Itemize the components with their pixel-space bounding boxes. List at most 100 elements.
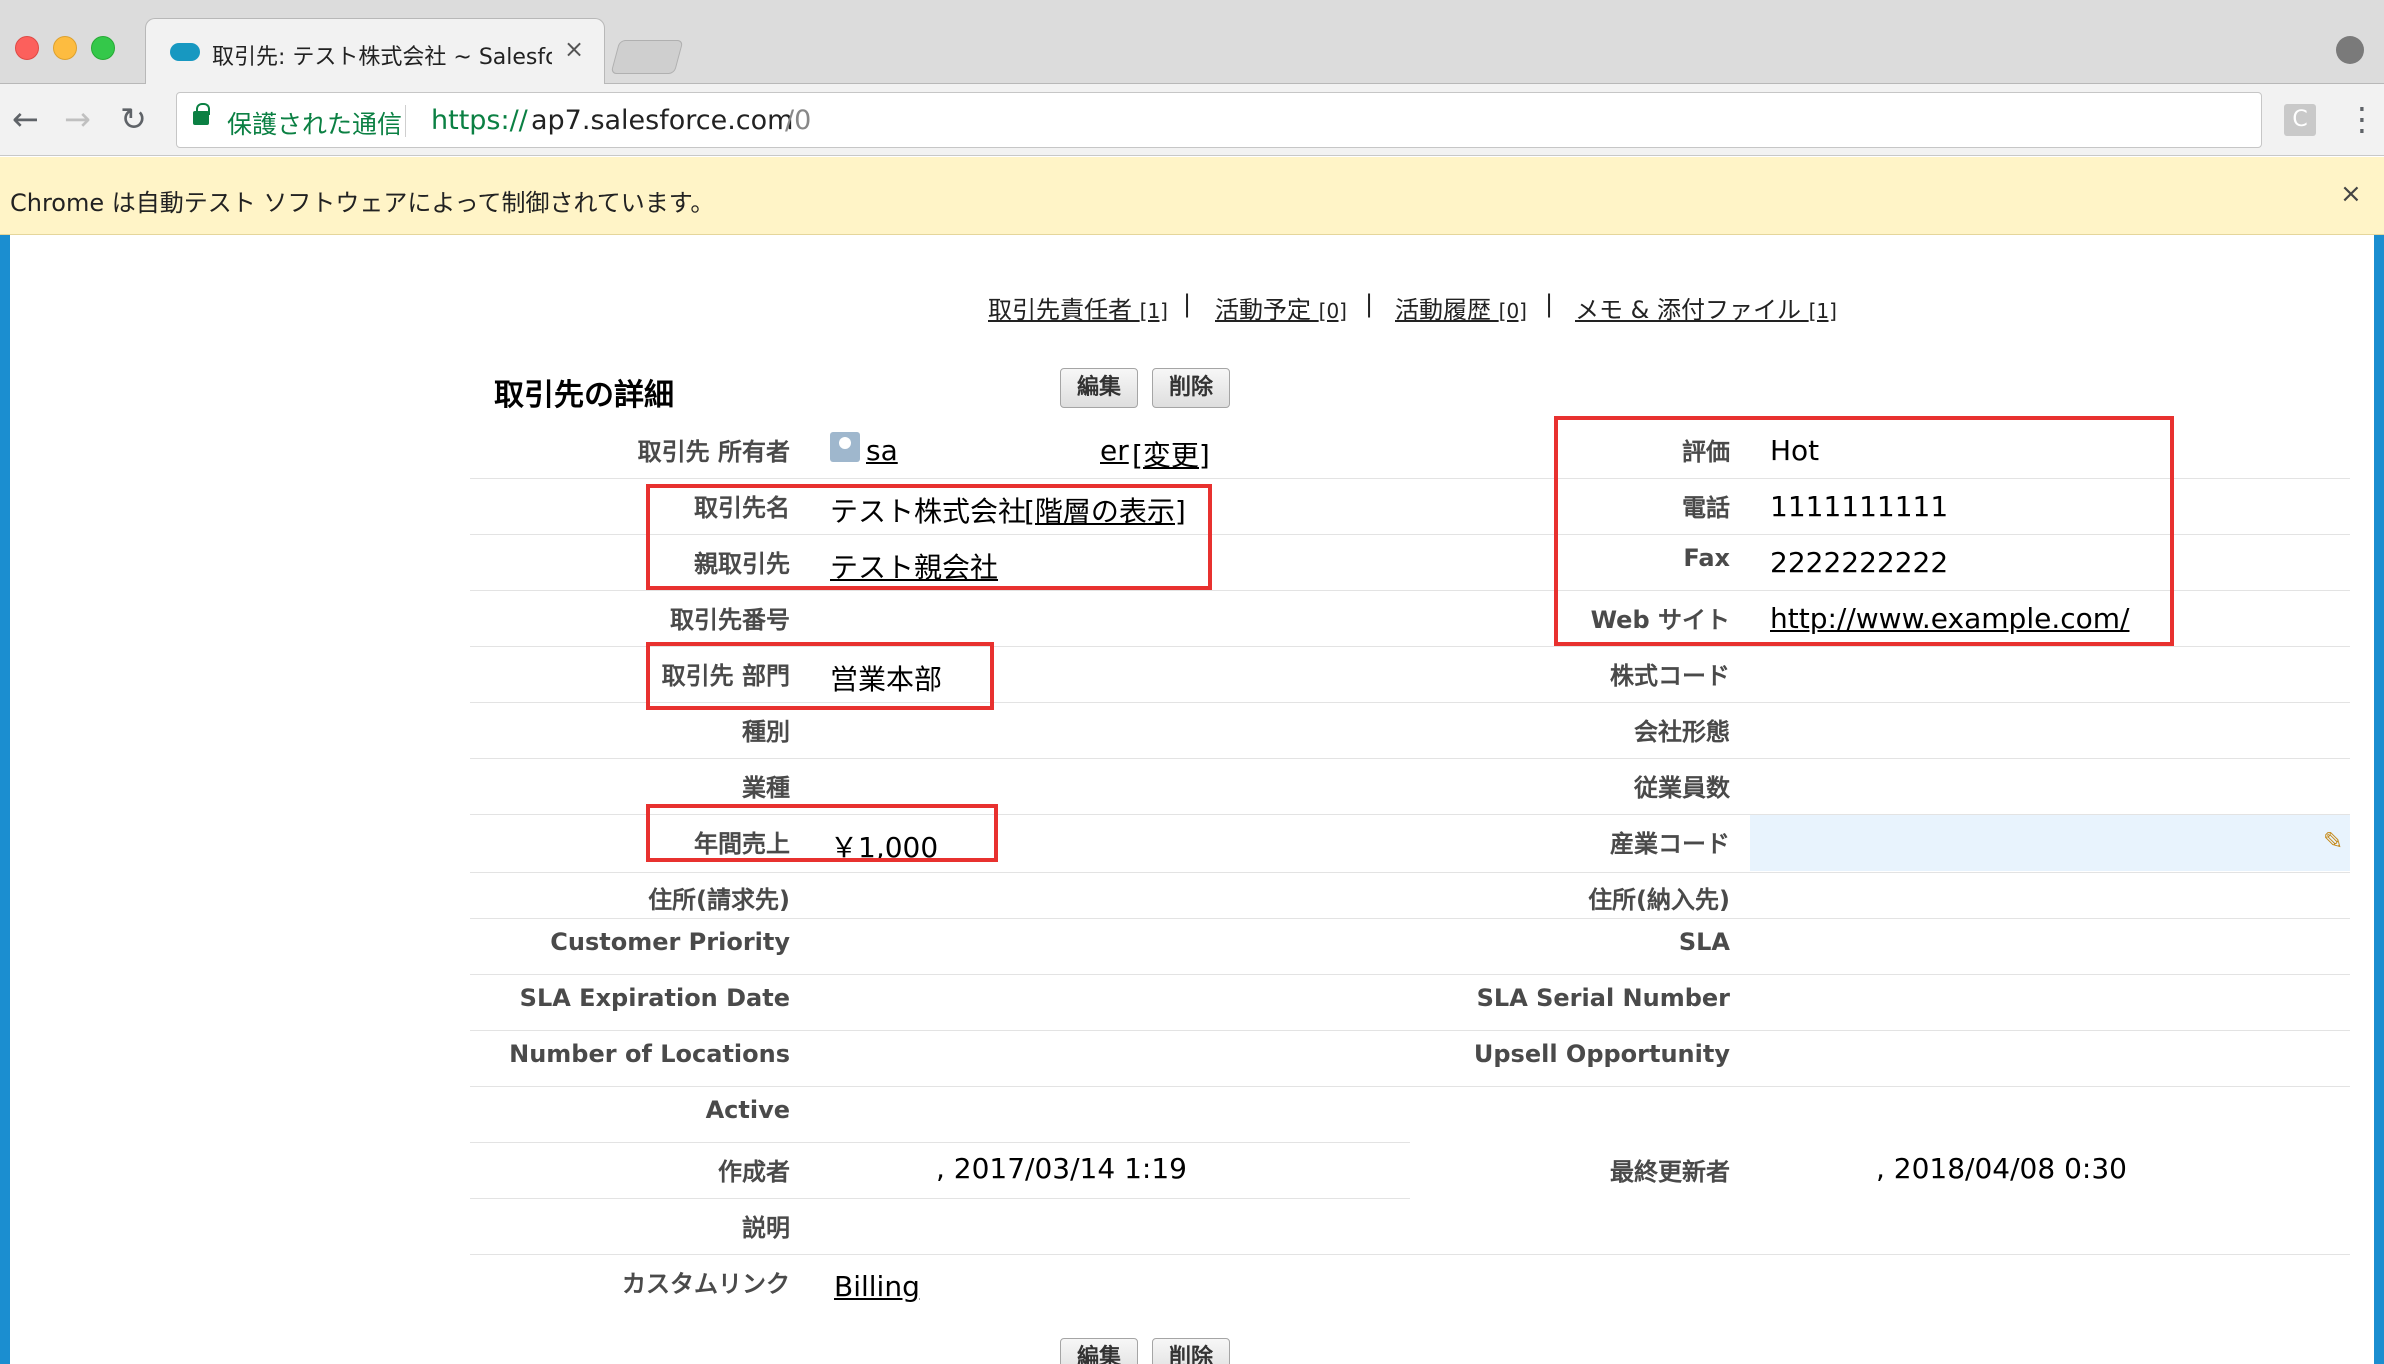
field-label-customer-priority: Customer Priority [550, 928, 790, 956]
edit-button-top[interactable]: 編集 [1060, 368, 1138, 408]
maximize-window-button[interactable] [91, 36, 115, 60]
field-label-account-number: 取引先番号 [670, 606, 790, 634]
field-label-billing-address: 住所(請求先) [648, 886, 790, 914]
page-frame-right [2374, 235, 2384, 1364]
url-scheme: https:// [431, 105, 528, 136]
delete-button-bottom[interactable]: 削除 [1152, 1338, 1230, 1364]
field-label-description: 説明 [742, 1214, 790, 1242]
hierarchy-link[interactable]: [階層の表示] [1024, 490, 1186, 530]
url-host: ap7.salesforce.com [531, 105, 794, 136]
window-titlebar: 取引先: テスト株式会社 ~ Salesfo × [0, 0, 2384, 86]
annual-revenue-value: ￥1,000 [830, 831, 939, 864]
browser-tab-active[interactable]: 取引先: テスト株式会社 ~ Salesfo × [145, 18, 605, 86]
infobar-message: Chrome は自動テスト ソフトウェアによって制御されています。 [10, 189, 715, 217]
forward-arrow-icon[interactable]: → [64, 100, 91, 138]
back-arrow-icon[interactable]: ← [12, 100, 39, 138]
row-divider [470, 702, 2350, 703]
field-label-shipping-address: 住所(納入先) [1588, 886, 1730, 914]
field-label-sla-expiration: SLA Expiration Date [519, 984, 790, 1012]
secure-connection-label[interactable]: 保護された通信 [227, 105, 402, 141]
field-label-type: 種別 [742, 718, 790, 746]
related-link-activity-history[interactable]: 活動履歴 [0] [1395, 290, 1527, 325]
related-link-notes-attachments[interactable]: メモ & 添付ファイル [1] [1575, 290, 1837, 325]
related-link-contacts[interactable]: 取引先責任者 [1] [988, 290, 1168, 325]
link-separator: | [1545, 290, 1554, 318]
field-label-custom-links: カスタムリンク [622, 1270, 790, 1298]
field-label-upsell-opportunity: Upsell Opportunity [1473, 1040, 1730, 1068]
division-value: 営業本部 [830, 663, 943, 696]
row-divider [470, 646, 2350, 647]
delete-button-top[interactable]: 削除 [1152, 368, 1230, 408]
field-label-annual-revenue: 年間売上 [694, 830, 790, 858]
link-separator: | [1365, 290, 1374, 318]
detail-section-title: 取引先の詳細 [494, 378, 674, 413]
row-divider [470, 974, 2350, 975]
row-divider [470, 872, 2350, 873]
infobar-close-icon[interactable]: × [2340, 179, 2362, 209]
salesforce-cloud-icon [170, 43, 200, 61]
row-divider [470, 1254, 2350, 1255]
user-avatar-icon [830, 432, 860, 462]
pencil-icon[interactable]: ✎ [2323, 827, 2343, 855]
row-divider [470, 1198, 1410, 1199]
tab-close-icon[interactable]: × [564, 35, 584, 63]
address-bar[interactable]: 保護された通信 https:// ap7.salesforce.com /0 ☆ [176, 92, 2262, 148]
field-label-sla: SLA [1678, 928, 1730, 956]
extension-icon[interactable]: C [2284, 104, 2316, 136]
owner-name-link-end[interactable]: er [1100, 434, 1129, 467]
field-label-last-modified-by: 最終更新者 [1610, 1158, 1730, 1186]
field-label-ticker: 株式コード [1610, 662, 1730, 690]
field-label-phone: 電話 [1682, 494, 1730, 522]
parent-account-link[interactable]: テスト親会社 [830, 546, 998, 586]
link-separator: | [1183, 290, 1192, 318]
row-divider [470, 1086, 2350, 1087]
row-divider [470, 1030, 2350, 1031]
browser-toolbar: ← → ↻ 保護された通信 https:// ap7.salesforce.co… [0, 84, 2384, 156]
url-path: /0 [785, 105, 812, 136]
field-label-sla-serial-number: SLA Serial Number [1476, 984, 1730, 1012]
close-window-button[interactable] [15, 36, 39, 60]
field-label-rating: 評価 [1682, 438, 1730, 466]
new-tab-button[interactable] [610, 40, 684, 74]
field-label-account-name: 取引先名 [694, 494, 790, 522]
field-label-number-of-locations: Number of Locations [509, 1040, 790, 1068]
automation-infobar: Chrome は自動テスト ソフトウェアによって制御されています。 × [0, 157, 2384, 235]
field-label-created-by: 作成者 [718, 1158, 790, 1186]
field-label-parent-account: 親取引先 [694, 550, 790, 578]
minimize-window-button[interactable] [53, 36, 77, 60]
row-divider [470, 918, 2350, 919]
owner-name-link[interactable]: sa [866, 434, 898, 467]
website-link[interactable]: http://www.example.com/ [1770, 602, 2129, 635]
field-label-ownership: 会社形態 [1634, 718, 1730, 746]
created-by-value: , 2017/03/14 1:19 [936, 1152, 1187, 1185]
owner-change-link[interactable]: [変更] [1132, 434, 1210, 474]
field-label-sic-code: 産業コード [1610, 830, 1730, 858]
field-label-industry: 業種 [742, 774, 790, 802]
field-label-website: Web サイト [1590, 606, 1730, 634]
row-divider [470, 1142, 1410, 1143]
tab-title: 取引先: テスト株式会社 ~ Salesfo [212, 45, 552, 70]
rating-value: Hot [1770, 434, 1820, 467]
field-label-division: 取引先 部門 [661, 662, 790, 690]
field-label-employees: 従業員数 [1634, 774, 1730, 802]
lock-icon [193, 103, 210, 125]
field-label-owner: 取引先 所有者 [637, 438, 790, 466]
row-divider [470, 590, 2350, 591]
row-divider [470, 478, 2350, 479]
fax-value: 2222222222 [1770, 546, 1949, 579]
account-name-value: テスト株式会社 [830, 495, 1027, 528]
phone-value: 1111111111 [1770, 490, 1949, 523]
edit-button-bottom[interactable]: 編集 [1060, 1338, 1138, 1364]
related-link-open-activities[interactable]: 活動予定 [0] [1215, 290, 1347, 325]
field-label-fax: Fax [1683, 544, 1730, 572]
chrome-menu-icon[interactable]: ⋮ [2346, 100, 2378, 138]
inline-edit-cell[interactable] [1750, 815, 2350, 871]
reload-icon[interactable]: ↻ [120, 100, 147, 138]
billing-custom-link[interactable]: Billing [834, 1270, 920, 1303]
page-frame-left [0, 235, 10, 1364]
field-label-active: Active [705, 1096, 790, 1124]
related-list-links: 取引先責任者 [1] | 活動予定 [0] | 活動履歴 [0] | メモ & … [0, 290, 2384, 330]
row-divider [470, 534, 2350, 535]
profile-icon[interactable] [2336, 36, 2364, 64]
url-divider [405, 105, 406, 137]
